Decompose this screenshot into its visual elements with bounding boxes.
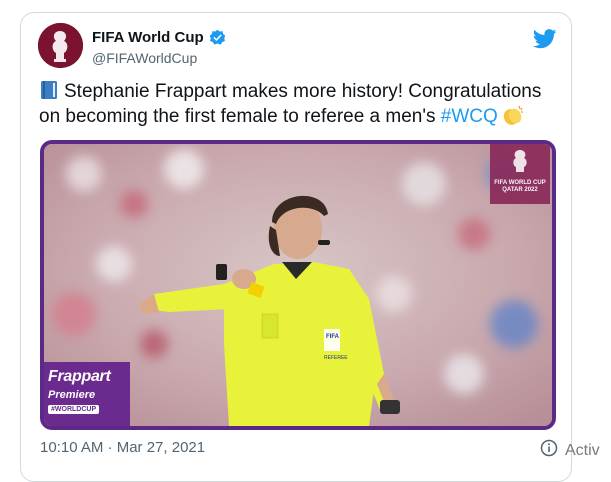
display-name[interactable]: FIFA World Cup bbox=[92, 29, 204, 46]
fifa-avatar[interactable] bbox=[38, 23, 83, 68]
qatar-logo-text: FIFA WORLD CUP QATAR 2022 bbox=[494, 180, 546, 193]
blue-book-emoji-icon bbox=[41, 81, 57, 99]
jersey-fifa-text: FIFA bbox=[326, 334, 340, 340]
account-handle[interactable]: @FIFAWorldCup bbox=[92, 50, 197, 66]
info-icon[interactable] bbox=[540, 439, 558, 457]
qatar-2022-logo: FIFA WORLD CUP QATAR 2022 bbox=[490, 144, 550, 204]
clapping-hands-emoji-icon bbox=[503, 105, 523, 125]
tweet-text: Stephanie Frappart makes more history! C… bbox=[39, 80, 559, 129]
activate-windows-watermark: Activ bbox=[565, 442, 600, 459]
tweet-card[interactable]: FIFA World Cup @FIFAWorldCup Stephanie F… bbox=[20, 12, 572, 482]
hashtag-link[interactable]: #WCQ bbox=[441, 106, 498, 127]
verified-badge-icon bbox=[209, 29, 225, 45]
badge-hashtag: #WORLDCUP bbox=[48, 405, 100, 414]
frappart-premiere-badge: Frappart Premiere #WORLDCUP bbox=[44, 362, 130, 426]
jersey-referee-text: REFEREE bbox=[324, 355, 348, 361]
badge-title: Frappart bbox=[48, 368, 111, 385]
tweet-image[interactable]: FIFA REFEREE FIFA WORLD CUP QATAR 2022 F… bbox=[40, 140, 556, 430]
twitter-bird-icon[interactable] bbox=[533, 29, 557, 49]
tweet-timestamp[interactable]: 10:10 AM · Mar 27, 2021 bbox=[40, 439, 205, 456]
badge-subtitle: Premiere bbox=[48, 389, 96, 401]
